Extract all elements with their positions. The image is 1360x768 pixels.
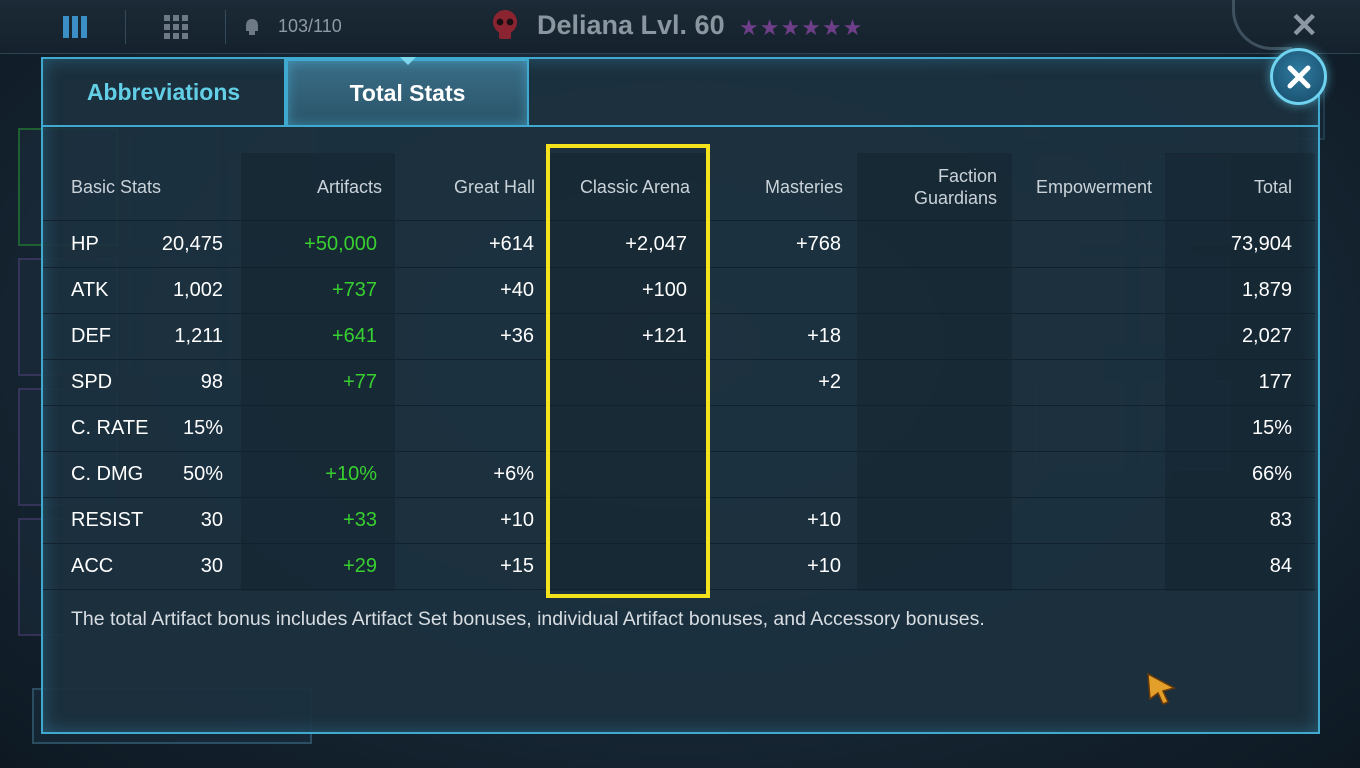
- masteries-bonus: +10: [807, 555, 841, 577]
- artifacts-bonus: +77: [343, 371, 377, 393]
- skull-icon: [489, 10, 521, 40]
- close-icon: [1287, 65, 1310, 88]
- classic-arena-bonus: +121: [641, 325, 687, 347]
- artifacts-bonus: +33: [343, 509, 377, 531]
- masteries-bonus: +768: [795, 233, 841, 255]
- stat-name: HP: [71, 233, 99, 255]
- header-classic-arena: Classic Arena: [579, 177, 690, 197]
- table-row: [43, 498, 1315, 544]
- total-value: 66%: [1251, 463, 1292, 485]
- inventory-count: 103/110: [278, 16, 342, 36]
- base-value: 20,475: [161, 233, 223, 255]
- classic-arena-bonus: +100: [641, 279, 687, 301]
- cursor-pointer-icon: [1146, 672, 1180, 711]
- base-value: 30: [200, 555, 223, 577]
- base-value: 50%: [182, 463, 223, 485]
- game-screen: 103/110 Deliana Lvl. 60 ★★★★★★ ✕ Abbrevi…: [0, 0, 1360, 768]
- header-great-hall: Great Hall: [453, 177, 535, 197]
- artifacts-bonus: +641: [331, 325, 377, 347]
- great-hall-bonus: +36: [500, 325, 534, 347]
- grid-view-icon[interactable]: [163, 12, 189, 42]
- header-empowerment: Empowerment: [1035, 177, 1152, 197]
- masteries-bonus: +10: [807, 509, 841, 531]
- stat-name: ATK: [71, 279, 109, 301]
- top-close-icon[interactable]: ✕: [1290, 6, 1319, 46]
- total-value: 73,904: [1230, 233, 1292, 255]
- masteries-bonus: +18: [807, 325, 841, 347]
- great-hall-bonus: +6%: [493, 463, 534, 485]
- header-faction-line1: Faction: [937, 166, 997, 186]
- table-row: [43, 452, 1315, 498]
- artifacts-bonus: +737: [331, 279, 377, 301]
- dialog-close-button[interactable]: [1270, 48, 1327, 105]
- table-row: [43, 406, 1315, 452]
- artifacts-bonus: +10%: [325, 463, 377, 485]
- total-value: 1,879: [1241, 279, 1292, 301]
- list-view-icon[interactable]: [62, 12, 88, 42]
- tab-bar: Abbreviations Total Stats: [43, 59, 1318, 127]
- stat-name: C. DMG: [71, 463, 144, 485]
- stat-name: ACC: [71, 555, 114, 577]
- masteries-bonus: +2: [818, 371, 841, 393]
- champion-slot-icon: [244, 12, 260, 42]
- rank-stars: ★★★★★★: [739, 15, 864, 40]
- table-row: [43, 360, 1315, 406]
- stat-name: SPD: [71, 371, 113, 393]
- total-value: 83: [1269, 509, 1292, 531]
- great-hall-bonus: +10: [500, 509, 534, 531]
- header-total: Total: [1253, 177, 1292, 197]
- tab-total-stats[interactable]: Total Stats: [286, 59, 529, 125]
- header-basic-stats: Basic Stats: [71, 177, 162, 197]
- header-masteries: Masteries: [764, 177, 843, 197]
- base-value: 1,002: [172, 279, 223, 301]
- great-hall-bonus: +15: [500, 555, 534, 577]
- total-value: 84: [1269, 555, 1292, 577]
- base-value: 1,211: [174, 325, 223, 347]
- total-value: 177: [1258, 371, 1292, 393]
- top-bar: 103/110 Deliana Lvl. 60 ★★★★★★ ✕: [0, 0, 1360, 54]
- great-hall-bonus: +614: [488, 233, 534, 255]
- stat-name: RESIST: [71, 509, 144, 531]
- base-value: 15%: [182, 417, 223, 439]
- total-value: 15%: [1251, 417, 1292, 439]
- header-artifacts: Artifacts: [316, 177, 382, 197]
- tab-abbreviations[interactable]: Abbreviations: [43, 59, 286, 125]
- artifact-bonus-footnote: The total Artifact bonus includes Artifa…: [71, 608, 985, 630]
- active-tab-indicator: [400, 57, 416, 65]
- header-faction-line2: Guardians: [913, 188, 997, 208]
- classic-arena-bonus: +2,047: [625, 233, 687, 255]
- artifacts-bonus: +29: [343, 555, 377, 577]
- total-value: 2,027: [1241, 325, 1292, 347]
- artifacts-bonus: +50,000: [304, 233, 377, 255]
- corner-ornament: [1232, 0, 1292, 50]
- great-hall-bonus: +40: [500, 279, 534, 301]
- stat-name: C. RATE: [71, 417, 149, 439]
- hero-name-level: Deliana Lvl. 60: [537, 10, 725, 40]
- base-value: 30: [200, 509, 223, 531]
- table-row: [43, 544, 1315, 590]
- stat-name: DEF: [71, 325, 111, 347]
- base-value: 98: [200, 371, 223, 393]
